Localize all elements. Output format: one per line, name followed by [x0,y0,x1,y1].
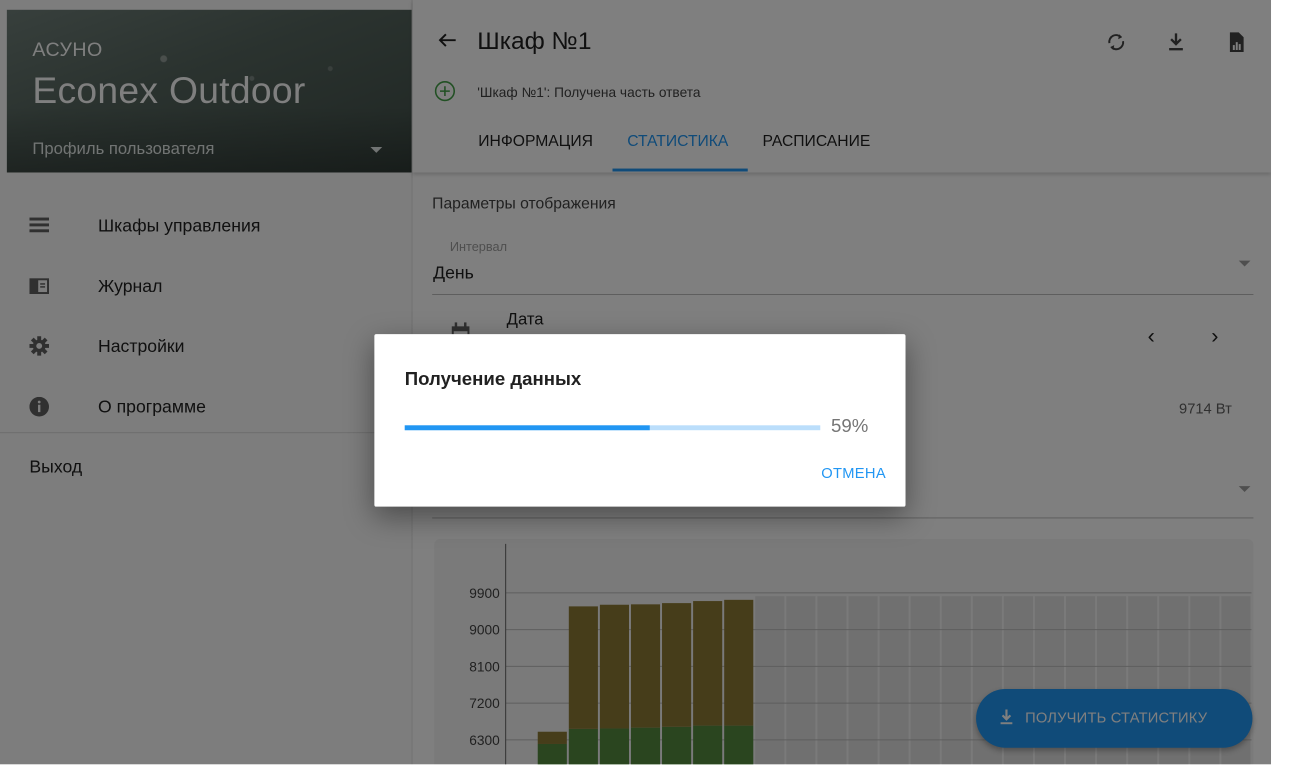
cancel-button[interactable]: ОТМЕНА [821,466,886,483]
progress-percent: 59% [831,416,869,438]
dialog-title: Получение данных [404,369,582,391]
progress-bar [404,425,821,431]
app-root: АСУНО Econex Outdoor Профиль пользовател… [0,0,1272,765]
progress-dialog: Получение данных 59% ОТМЕНА [374,334,906,507]
progress-fill [404,425,650,431]
